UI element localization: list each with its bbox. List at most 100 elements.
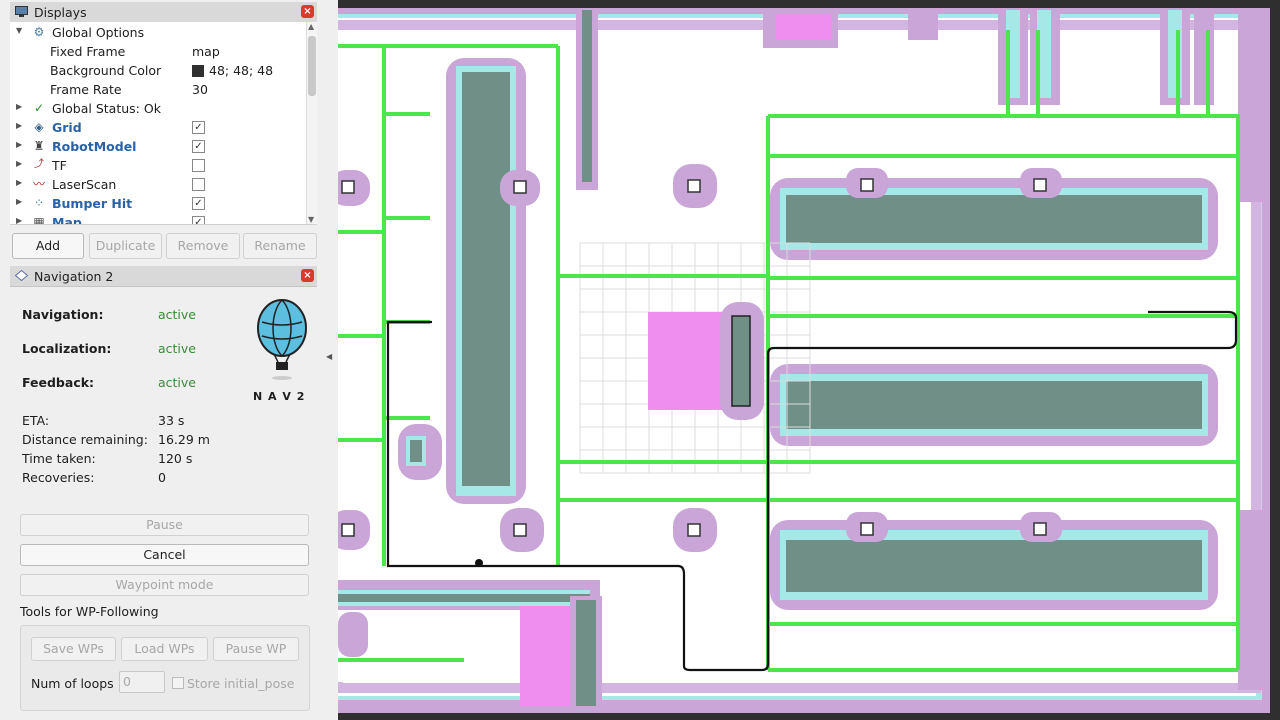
laser-icon: 〰 bbox=[32, 177, 45, 191]
shelf-bottom-right bbox=[770, 520, 1218, 610]
feedback-label: Feedback: bbox=[22, 375, 95, 390]
rename-button[interactable]: Rename bbox=[243, 233, 317, 259]
tree-row-map[interactable]: ▶ ▦ Map ✓ bbox=[10, 213, 306, 225]
tree-label: RobotModel bbox=[52, 139, 137, 154]
diamond-icon bbox=[15, 270, 28, 281]
close-icon[interactable]: × bbox=[301, 269, 314, 282]
recoveries-label: Recoveries: bbox=[22, 470, 95, 485]
time-taken-label: Time taken: bbox=[22, 451, 96, 466]
num-loops-value: 0 bbox=[123, 674, 131, 689]
robot-icon: ♜ bbox=[33, 139, 45, 153]
close-icon[interactable]: × bbox=[301, 5, 314, 18]
store-initial-pose-label: Store initial_pose bbox=[187, 676, 295, 691]
tree-label: Global Status: Ok bbox=[52, 101, 161, 116]
monitor-icon bbox=[15, 6, 28, 17]
scroll-down-icon[interactable]: ▼ bbox=[308, 215, 314, 224]
displays-tree: ▼ ⚙ Global Options Fixed Frame map Backg… bbox=[10, 22, 317, 225]
tree-row-frame-rate[interactable]: Frame Rate 30 bbox=[10, 80, 306, 99]
nav2-balloon-logo-icon bbox=[257, 299, 307, 380]
tree-label: Bumper Hit bbox=[52, 196, 133, 211]
occupancy-map[interactable] bbox=[338, 0, 1280, 720]
tree-label: Global Options bbox=[52, 25, 145, 40]
tree-row-fixed-frame[interactable]: Fixed Frame map bbox=[10, 42, 306, 61]
frame-rate-value[interactable]: 30 bbox=[192, 82, 208, 97]
recoveries-value: 0 bbox=[158, 470, 166, 485]
tree-row-background-color[interactable]: Background Color 48; 48; 48 bbox=[10, 61, 306, 80]
bumper-hit-checkbox[interactable]: ✓ bbox=[192, 197, 205, 210]
scrollbar-thumb[interactable] bbox=[308, 36, 316, 96]
tree-label: Frame Rate bbox=[50, 82, 122, 97]
tree-row-grid[interactable]: ▶ ◈ Grid ✓ bbox=[10, 118, 306, 137]
tf-checkbox[interactable] bbox=[192, 159, 205, 172]
tree-row-laserscan[interactable]: ▶ 〰 LaserScan bbox=[10, 175, 306, 194]
tree-label: Fixed Frame bbox=[50, 44, 126, 59]
navigation-status: active bbox=[158, 307, 196, 322]
pause-wp-button[interactable]: Pause WP bbox=[213, 637, 299, 661]
pause-button[interactable]: Pause bbox=[20, 514, 309, 536]
displays-title: Displays bbox=[34, 5, 87, 20]
duplicate-button[interactable]: Duplicate bbox=[89, 233, 162, 259]
tree-row-global-options[interactable]: ▼ ⚙ Global Options bbox=[10, 23, 306, 42]
expand-right-icon[interactable]: ▶ bbox=[16, 197, 22, 206]
navigation-label: Navigation: bbox=[22, 307, 104, 322]
robotmodel-checkbox[interactable]: ✓ bbox=[192, 140, 205, 153]
collapse-arrow-icon[interactable]: ◀ bbox=[326, 352, 332, 361]
distance-remaining-label: Distance remaining: bbox=[22, 432, 148, 447]
shelf-top-right bbox=[770, 178, 1218, 260]
nav2-title: Navigation 2 bbox=[34, 269, 114, 284]
gear-icon: ⚙ bbox=[33, 25, 45, 39]
load-wps-button[interactable]: Load WPs bbox=[121, 637, 208, 661]
localization-label: Localization: bbox=[22, 341, 112, 356]
nav2-logo-text: N A V 2 bbox=[253, 390, 306, 403]
displays-titlebar: Displays × bbox=[10, 2, 317, 23]
localization-status: active bbox=[158, 341, 196, 356]
remove-button[interactable]: Remove bbox=[166, 233, 240, 259]
expand-down-icon[interactable]: ▼ bbox=[16, 26, 22, 35]
tree-row-robotmodel[interactable]: ▶ ♜ RobotModel ✓ bbox=[10, 137, 306, 156]
bumper-icon: ⁘ bbox=[33, 196, 45, 210]
cancel-button[interactable]: Cancel bbox=[20, 544, 309, 566]
wp-following-group: Save WPs Load WPs Pause WP Num of loops … bbox=[20, 625, 310, 711]
map-icon: ▦ bbox=[33, 215, 45, 225]
eta-label: ETA: bbox=[22, 413, 50, 428]
expand-right-icon[interactable]: ▶ bbox=[16, 121, 22, 130]
background-color-value[interactable]: 48; 48; 48 bbox=[192, 63, 273, 78]
expand-right-icon[interactable]: ▶ bbox=[16, 159, 22, 168]
save-wps-button[interactable]: Save WPs bbox=[31, 637, 116, 661]
num-loops-input[interactable]: 0 bbox=[119, 671, 165, 693]
tree-row-tf[interactable]: ▶ ⤴ TF bbox=[10, 156, 306, 175]
tf-icon: ⤴ bbox=[34, 159, 44, 170]
color-swatch bbox=[192, 65, 204, 77]
tree-label: LaserScan bbox=[52, 177, 117, 192]
store-initial-pose-checkbox[interactable] bbox=[172, 677, 184, 689]
background-color-text: 48; 48; 48 bbox=[209, 63, 274, 78]
waypoint-mode-button[interactable]: Waypoint mode bbox=[20, 574, 309, 596]
scroll-up-icon[interactable]: ▲ bbox=[308, 22, 314, 31]
rviz-3d-viewport[interactable] bbox=[338, 0, 1280, 720]
expand-right-icon[interactable]: ▶ bbox=[16, 140, 22, 149]
left-dock: Displays × ▼ ⚙ Global Options Fixed Fram… bbox=[0, 0, 338, 720]
expand-right-icon[interactable]: ▶ bbox=[16, 216, 22, 224]
expand-right-icon[interactable]: ▶ bbox=[16, 102, 22, 111]
wp-following-title: Tools for WP-Following bbox=[20, 604, 159, 619]
map-checkbox[interactable]: ✓ bbox=[192, 216, 205, 224]
tree-label: Background Color bbox=[50, 63, 162, 78]
check-icon: ✓ bbox=[33, 101, 45, 115]
add-button[interactable]: Add bbox=[12, 233, 84, 259]
distance-remaining-value: 16.29 m bbox=[158, 432, 210, 447]
tree-label: Grid bbox=[52, 120, 82, 135]
tree-row-global-status[interactable]: ▶ ✓ Global Status: Ok bbox=[10, 99, 306, 118]
laserscan-checkbox[interactable] bbox=[192, 178, 205, 191]
feedback-status: active bbox=[158, 375, 196, 390]
tree-row-bumper-hit[interactable]: ▶ ⁘ Bumper Hit ✓ bbox=[10, 194, 306, 213]
grid-icon: ◈ bbox=[34, 120, 44, 134]
shelf-left bbox=[446, 58, 526, 504]
tree-scrollbar[interactable]: ▲ ▼ bbox=[306, 22, 317, 224]
robot-footprint bbox=[648, 302, 764, 420]
grid-checkbox[interactable]: ✓ bbox=[192, 121, 205, 134]
expand-right-icon[interactable]: ▶ bbox=[16, 178, 22, 187]
nav2-titlebar: Navigation 2 × bbox=[10, 266, 317, 287]
time-taken-value: 120 s bbox=[158, 451, 193, 466]
tree-label: Map bbox=[52, 215, 82, 225]
fixed-frame-value[interactable]: map bbox=[192, 44, 220, 59]
